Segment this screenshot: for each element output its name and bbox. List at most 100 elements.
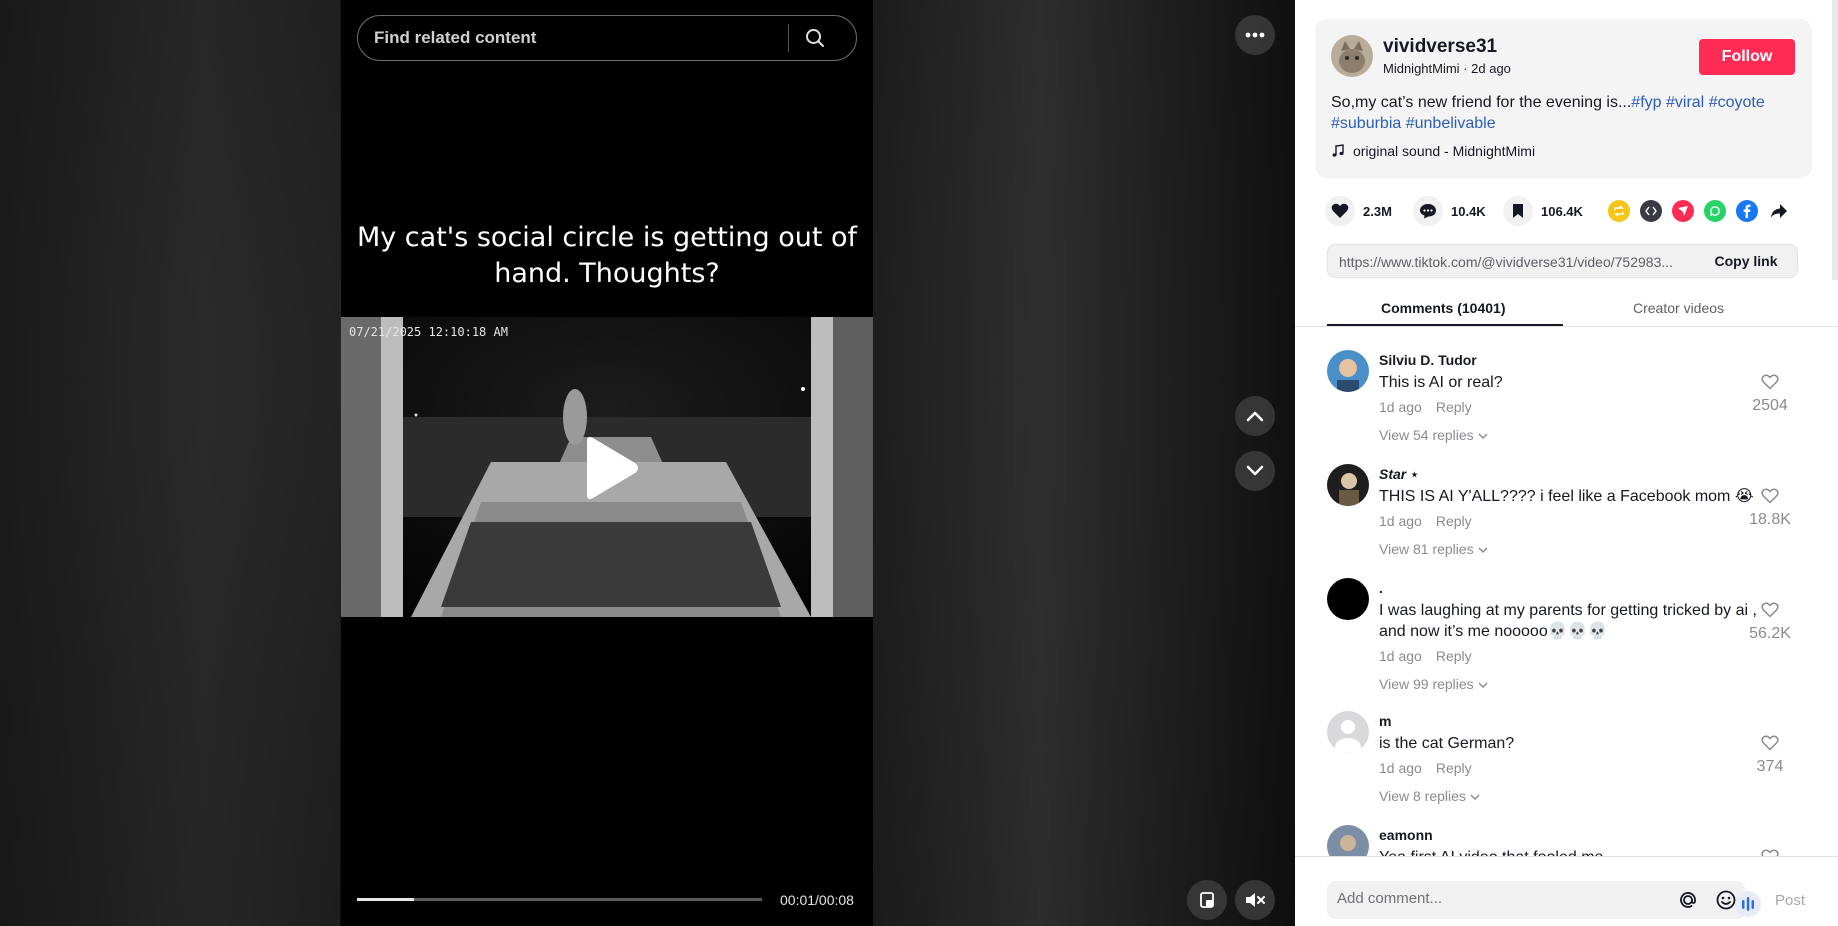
chevron-down-icon (1246, 465, 1264, 476)
reply-button[interactable]: Reply (1436, 513, 1472, 529)
picture-in-picture-button[interactable] (1187, 880, 1227, 920)
panel-scrollbar[interactable] (1832, 0, 1838, 280)
whatsapp-icon[interactable] (1704, 200, 1726, 222)
floating-player-icon (1200, 892, 1214, 908)
avatar[interactable] (1327, 350, 1369, 392)
tab-creator-videos[interactable]: Creator videos (1633, 300, 1724, 316)
facebook-icon[interactable] (1736, 200, 1758, 222)
comment-like-button[interactable]: 56.2K (1745, 602, 1795, 643)
video-caption: My cat's social circle is getting out of… (356, 222, 858, 289)
comment-time: 1d ago (1379, 760, 1422, 776)
search-bar[interactable] (357, 15, 857, 61)
copy-link-button[interactable]: Copy link (1695, 245, 1797, 277)
chevron-down-icon (1478, 547, 1488, 554)
comment-username[interactable]: Silviu D. Tudor (1379, 352, 1477, 368)
comment-meta: 1d ago Reply (1379, 399, 1472, 415)
embed-icon[interactable] (1640, 200, 1662, 222)
post-comment-button[interactable]: Post (1775, 892, 1805, 909)
chevron-down-icon (1478, 433, 1488, 440)
hashtag-unbelivable[interactable]: #unbelivable (1406, 115, 1496, 132)
author-subtitle: MidnightMimi · 2d ago (1383, 61, 1511, 76)
video-progress-bar[interactable] (357, 898, 762, 901)
reply-button[interactable]: Reply (1436, 760, 1472, 776)
video-url[interactable]: https://www.tiktok.com/@vividverse31/vid… (1339, 254, 1694, 270)
view-replies-button[interactable]: View 54 replies (1379, 427, 1488, 443)
view-replies-button[interactable]: View 99 replies (1379, 676, 1488, 692)
comment-text: Yea first AI video that fooled me (1379, 847, 1759, 856)
repost-icon[interactable] (1608, 200, 1630, 222)
chevron-down-icon (1478, 682, 1488, 689)
action-bar: 2.3M 10.4K 106.4K (1325, 196, 1815, 226)
comment-like-button[interactable]: 374 (1745, 735, 1795, 776)
hashtag-coyote[interactable]: #coyote (1709, 94, 1765, 111)
comment-time: 1d ago (1379, 513, 1422, 529)
comment-composer: Post (1295, 856, 1838, 926)
comment-username[interactable]: m (1379, 713, 1391, 729)
search-input[interactable] (358, 28, 788, 48)
avatar[interactable] (1327, 825, 1369, 856)
share-arrow-icon[interactable] (1768, 200, 1790, 222)
speaker-muted-icon (1246, 893, 1265, 907)
mute-button[interactable] (1235, 880, 1275, 920)
video-link-box: https://www.tiktok.com/@vividverse31/vid… (1327, 244, 1798, 278)
tab-comments[interactable]: Comments (10401) (1381, 300, 1506, 316)
hashtag-viral[interactable]: #viral (1666, 94, 1704, 111)
post-date: 2d ago (1471, 61, 1511, 76)
chevron-down-icon (1470, 794, 1480, 801)
music-note-icon (1332, 144, 1344, 157)
comment-like-button[interactable] (1745, 849, 1795, 856)
voice-input-icon[interactable] (1735, 891, 1761, 917)
avatar[interactable] (1327, 578, 1369, 620)
comment-like-count: 374 (1756, 758, 1784, 775)
previous-video-button[interactable] (1235, 396, 1275, 436)
reply-button[interactable]: Reply (1436, 399, 1472, 415)
comment-username[interactable]: eamonn (1379, 827, 1433, 843)
heart-outline-icon (1761, 488, 1779, 504)
author-username[interactable]: vividverse31 (1383, 36, 1497, 58)
music-link[interactable]: original sound - MidnightMimi (1331, 143, 1535, 159)
mention-icon[interactable] (1677, 889, 1699, 911)
comment-text: This is AI or real? (1379, 374, 1503, 391)
author-avatar[interactable] (1331, 35, 1373, 77)
heart-outline-icon (1761, 735, 1779, 751)
heart-icon[interactable] (1325, 196, 1355, 226)
search-icon[interactable] (789, 16, 841, 60)
author-nickname[interactable]: MidnightMimi (1383, 61, 1460, 76)
avatar[interactable] (1327, 464, 1369, 506)
post-info-card: vividverse31 MidnightMimi · 2d ago Follo… (1315, 19, 1812, 178)
like-count: 2.3M (1363, 203, 1392, 219)
subtitle-separator: · (1459, 61, 1472, 76)
more-options-button[interactable] (1235, 15, 1275, 55)
video-progress-fill (357, 898, 414, 901)
comment-like-button[interactable]: 18.8K (1745, 488, 1795, 529)
comment-count: 10.4K (1451, 203, 1486, 219)
view-replies-label: View 8 replies (1379, 788, 1466, 804)
comments-list: Silviu D. Tudor This is AI or real? 1d a… (1295, 336, 1838, 856)
save-action[interactable]: 106.4K (1503, 196, 1583, 226)
view-replies-button[interactable]: View 8 replies (1379, 788, 1480, 804)
follow-button[interactable]: Follow (1699, 39, 1795, 75)
details-panel: vividverse31 MidnightMimi · 2d ago Follo… (1295, 0, 1838, 926)
heart-outline-icon (1761, 374, 1779, 390)
comment-meta: 1d ago Reply (1379, 760, 1472, 776)
send-icon[interactable] (1672, 200, 1694, 222)
like-action[interactable]: 2.3M (1325, 196, 1392, 226)
comment-action[interactable]: 10.4K (1413, 196, 1486, 226)
comment-like-button[interactable]: 2504 (1745, 374, 1795, 415)
video-frame[interactable]: 07/21/2025 12:10:18 AM (341, 317, 873, 617)
emoji-icon[interactable] (1715, 889, 1737, 911)
view-replies-button[interactable]: View 81 replies (1379, 541, 1488, 557)
heart-outline-icon (1761, 602, 1779, 618)
hashtag-fyp[interactable]: #fyp (1631, 94, 1661, 111)
heart-outline-icon (1761, 849, 1779, 856)
comment-bubble-icon[interactable] (1413, 196, 1443, 226)
bookmark-icon[interactable] (1503, 196, 1533, 226)
hashtag-suburbia[interactable]: #suburbia (1331, 115, 1401, 132)
comment-username[interactable]: Star ⋆ (1379, 466, 1419, 483)
reply-button[interactable]: Reply (1436, 648, 1472, 664)
comment-input[interactable] (1337, 890, 1667, 907)
avatar[interactable] (1327, 711, 1369, 753)
play-icon[interactable] (579, 435, 639, 501)
next-video-button[interactable] (1235, 451, 1275, 491)
comment-username[interactable]: . (1379, 580, 1383, 596)
